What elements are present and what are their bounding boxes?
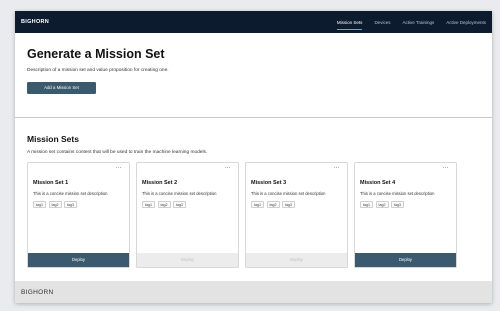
page-description: Description of a mission set and value p… [27, 68, 169, 73]
tag: tag3 [282, 201, 295, 209]
footer: BIGHORN [15, 281, 492, 303]
nav-link-devices[interactable]: Devices [374, 18, 390, 27]
tag: tag2 [266, 201, 280, 209]
nav-link-mission-sets[interactable]: Mission Sets [336, 18, 362, 30]
nav-links: Mission Sets Devices Active Trainings Ac… [336, 18, 486, 30]
tag: tag1 [251, 201, 264, 209]
card-title: Mission Set 2 [142, 180, 178, 186]
tag: tag2 [157, 201, 171, 209]
mission-set-card: ... Mission Set 4 This is a concise miss… [354, 162, 457, 268]
tag-list: tag1 tag2 tag3 [360, 201, 456, 209]
tag: tag3 [64, 201, 77, 209]
more-options-icon[interactable]: ... [333, 164, 340, 170]
footer-brand: BIGHORN [21, 288, 54, 296]
card-description: This is a concise mission set descriptio… [33, 191, 108, 196]
tag: tag1 [142, 201, 155, 209]
tag: tag2 [48, 201, 62, 209]
nav-link-active-trainings[interactable]: Active Trainings [402, 18, 434, 27]
tag: tag3 [173, 201, 186, 209]
card-description: This is a concise mission set descriptio… [360, 191, 435, 196]
card-description: This is a concise mission set descriptio… [142, 191, 217, 196]
tag: tag1 [33, 201, 46, 209]
app-window: BIGHORN Mission Sets Devices Active Trai… [15, 11, 492, 303]
tag-list: tag1 tag2 tag3 [33, 201, 129, 209]
generate-section: Generate a Mission Set Description of a … [15, 47, 492, 94]
mission-set-card: ... Mission Set 3 This is a concise miss… [245, 162, 348, 268]
tag: tag1 [360, 201, 373, 209]
add-mission-set-button[interactable]: Add a Mission Set [27, 82, 96, 94]
nav-link-active-deployments[interactable]: Active Deployments [446, 18, 486, 27]
deploy-button[interactable]: Deploy [355, 253, 456, 267]
tag-list: tag1 tag2 tag3 [142, 201, 238, 209]
deploy-button[interactable]: Deploy [137, 253, 238, 267]
tag: tag2 [375, 201, 389, 209]
page-title: Generate a Mission Set [27, 47, 165, 61]
top-navigation: BIGHORN Mission Sets Devices Active Trai… [15, 11, 492, 33]
mission-set-card: ... Mission Set 2 This is a concise miss… [136, 162, 239, 268]
card-title: Mission Set 4 [360, 180, 396, 186]
deploy-button[interactable]: Deploy [246, 253, 347, 267]
mission-set-card: ... Mission Set 1 This is a concise miss… [27, 162, 130, 268]
mission-sets-section: Mission Sets A mission set contains cont… [15, 134, 492, 268]
brand-logo[interactable]: BIGHORN [21, 19, 49, 25]
tag: tag3 [391, 201, 404, 209]
card-description: This is a concise mission set descriptio… [251, 191, 326, 196]
more-options-icon[interactable]: ... [224, 164, 231, 170]
more-options-icon[interactable]: ... [442, 164, 449, 170]
section-title: Mission Sets [27, 134, 79, 144]
mission-set-cards: ... Mission Set 1 This is a concise miss… [27, 162, 480, 268]
card-title: Mission Set 3 [251, 180, 287, 186]
section-description: A mission set contains content that will… [27, 150, 208, 155]
deploy-button[interactable]: Deploy [28, 253, 129, 267]
card-title: Mission Set 1 [33, 180, 69, 186]
section-divider [15, 117, 492, 118]
more-options-icon[interactable]: ... [115, 164, 122, 170]
tag-list: tag1 tag2 tag3 [251, 201, 347, 209]
